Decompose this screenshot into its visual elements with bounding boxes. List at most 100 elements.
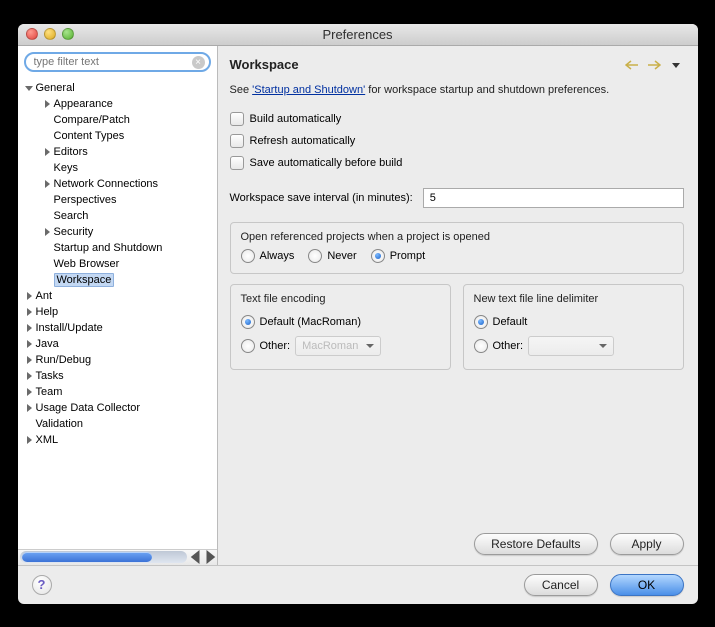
chevron-right-icon[interactable]: [24, 307, 34, 317]
tree-item-label: XML: [36, 434, 59, 446]
footer-buttons: Cancel OK: [524, 574, 684, 596]
nav-forward-icon[interactable]: [646, 57, 662, 73]
checkbox-label: Refresh automatically: [250, 135, 356, 147]
chevron-down-icon[interactable]: [24, 83, 34, 93]
tree-item[interactable]: Help: [18, 304, 217, 320]
scroll-left-icon[interactable]: [189, 550, 203, 564]
tree-item[interactable]: Perspectives: [18, 192, 217, 208]
checkbox-icon[interactable]: [230, 156, 244, 170]
sidebar: × General Appearance Compare/Patch Content …: [18, 46, 218, 565]
tree-item[interactable]: Tasks: [18, 368, 217, 384]
encoding-combo[interactable]: MacRoman: [295, 336, 381, 356]
radio-icon[interactable]: [308, 249, 322, 263]
tree-item[interactable]: Java: [18, 336, 217, 352]
radio-label: Other:: [493, 340, 524, 352]
tree-item-label: Search: [54, 210, 89, 222]
menu-dropdown-icon[interactable]: [668, 57, 684, 73]
chevron-right-icon[interactable]: [24, 291, 34, 301]
delimiter-group: New text file line delimiter Default Oth…: [463, 284, 684, 370]
preference-tree[interactable]: General Appearance Compare/Patch Content Ty…: [18, 78, 217, 549]
chevron-right-icon[interactable]: [24, 435, 34, 445]
tree-item-label: Compare/Patch: [54, 114, 130, 126]
radio-icon[interactable]: [241, 249, 255, 263]
checkbox-icon[interactable]: [230, 112, 244, 126]
tree-item-label: Network Connections: [54, 178, 159, 190]
open-ref-never[interactable]: Never: [308, 249, 356, 263]
chevron-right-icon[interactable]: [24, 323, 34, 333]
tree-item[interactable]: Web Browser: [18, 256, 217, 272]
tree-item[interactable]: Search: [18, 208, 217, 224]
save-interval-input[interactable]: [423, 188, 684, 208]
chevron-right-icon[interactable]: [24, 371, 34, 381]
chevron-right-icon[interactable]: [42, 227, 52, 237]
tree-item[interactable]: Appearance: [18, 96, 217, 112]
horizontal-scrollbar[interactable]: [18, 549, 217, 565]
radio-icon[interactable]: [474, 315, 488, 329]
encoding-other[interactable]: Other: MacRoman: [241, 333, 440, 359]
build-auto-option[interactable]: Build automatically: [230, 108, 684, 130]
tree-item[interactable]: Network Connections: [18, 176, 217, 192]
open-ref-prompt[interactable]: Prompt: [371, 249, 425, 263]
chevron-right-icon[interactable]: [24, 339, 34, 349]
apply-button[interactable]: Apply: [610, 533, 684, 555]
tree-item[interactable]: Security: [18, 224, 217, 240]
tree-item[interactable]: Workspace: [18, 272, 217, 288]
tree-item[interactable]: Content Types: [18, 128, 217, 144]
radio-icon[interactable]: [474, 339, 488, 353]
help-icon[interactable]: ?: [32, 575, 52, 595]
tree-item-label: Keys: [54, 162, 78, 174]
tree-item-label: Web Browser: [54, 258, 120, 270]
delimiter-other[interactable]: Other:: [474, 333, 673, 359]
encoding-default[interactable]: Default (MacRoman): [241, 311, 440, 333]
radio-icon[interactable]: [241, 315, 255, 329]
open-ref-always[interactable]: Always: [241, 249, 295, 263]
scroll-right-icon[interactable]: [203, 550, 217, 564]
refresh-auto-option[interactable]: Refresh automatically: [230, 130, 684, 152]
scrollbar-track[interactable]: [20, 551, 187, 563]
page-button-row: Restore Defaults Apply: [230, 513, 684, 555]
tree-item[interactable]: Run/Debug: [18, 352, 217, 368]
chevron-right-icon: [42, 275, 52, 285]
tree-item-label: General: [36, 82, 75, 94]
tree-item[interactable]: Editors: [18, 144, 217, 160]
delimiter-default[interactable]: Default: [474, 311, 673, 333]
chevron-right-icon[interactable]: [24, 355, 34, 365]
chevron-right-icon: [42, 131, 52, 141]
tree-item[interactable]: Compare/Patch: [18, 112, 217, 128]
tree-item[interactable]: Usage Data Collector: [18, 400, 217, 416]
radio-icon[interactable]: [371, 249, 385, 263]
nav-back-icon[interactable]: [624, 57, 640, 73]
tree-item[interactable]: General: [18, 80, 217, 96]
tree-item[interactable]: Install/Update: [18, 320, 217, 336]
chevron-right-icon[interactable]: [42, 147, 52, 157]
scrollbar-thumb[interactable]: [22, 552, 152, 562]
tree-item-label: Usage Data Collector: [36, 402, 141, 414]
header-nav: [624, 57, 684, 73]
chevron-right-icon[interactable]: [24, 387, 34, 397]
delimiter-combo[interactable]: [528, 336, 614, 356]
filter-input[interactable]: [24, 52, 211, 72]
tree-item[interactable]: Startup and Shutdown: [18, 240, 217, 256]
save-interval-label: Workspace save interval (in minutes):: [230, 192, 413, 204]
tree-item[interactable]: XML: [18, 432, 217, 448]
checkbox-icon[interactable]: [230, 134, 244, 148]
tree-item[interactable]: Keys: [18, 160, 217, 176]
radio-icon[interactable]: [241, 339, 255, 353]
chevron-right-icon[interactable]: [24, 403, 34, 413]
chevron-right-icon[interactable]: [42, 99, 52, 109]
clear-filter-icon[interactable]: ×: [192, 56, 205, 69]
save-auto-option[interactable]: Save automatically before build: [230, 152, 684, 174]
tree-item[interactable]: Ant: [18, 288, 217, 304]
tree-item[interactable]: Validation: [18, 416, 217, 432]
restore-defaults-button[interactable]: Restore Defaults: [474, 533, 597, 555]
ok-button[interactable]: OK: [610, 574, 684, 596]
chevron-right-icon[interactable]: [42, 179, 52, 189]
tree-item[interactable]: Team: [18, 384, 217, 400]
startup-shutdown-link[interactable]: 'Startup and Shutdown': [252, 84, 365, 96]
tree-item-label: Java: [36, 338, 59, 350]
cancel-button[interactable]: Cancel: [524, 574, 598, 596]
encoding-group: Text file encoding Default (MacRoman) Ot…: [230, 284, 451, 370]
chevron-right-icon: [24, 419, 34, 429]
save-interval-row: Workspace save interval (in minutes):: [230, 188, 684, 208]
filter-wrap: ×: [18, 46, 217, 78]
